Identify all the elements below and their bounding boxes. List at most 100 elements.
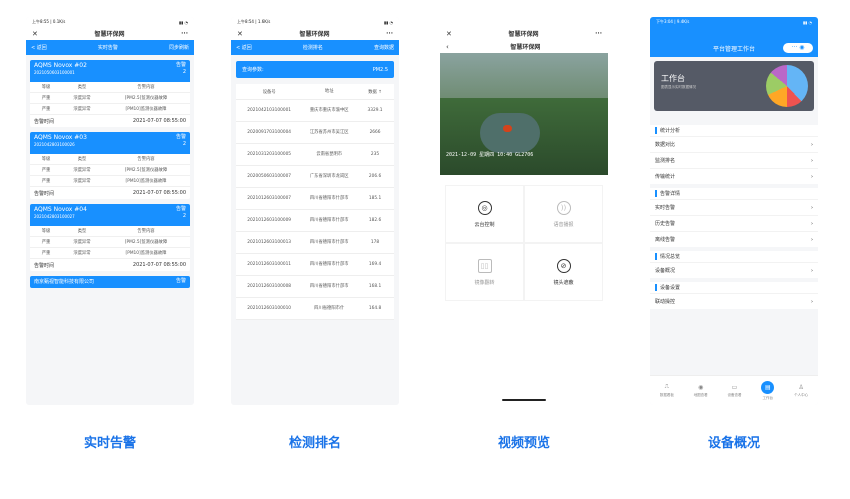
close-icon[interactable]: ✕ [446,30,452,38]
chevron-right-icon: › [811,157,813,164]
menu-item[interactable]: 实时告警 › [650,199,818,215]
mirror-icon: ▯▯ [477,258,492,273]
col-level: 等级 [41,229,51,234]
more-icon[interactable]: ··· [386,30,393,37]
signal-icon: ▮▮ ◔ [178,19,188,25]
back-button[interactable]: < 返回 [236,44,252,51]
app-title: 智慧环保网 [508,31,539,38]
query-button[interactable]: 查询数据 [374,44,394,51]
video-overlay-text: 2021-12-09 星期四 10:40 GL2706 [446,152,534,158]
chevron-right-icon: › [811,220,813,227]
menu-item[interactable]: 离线告警 › [650,231,818,247]
address: 四川省德阳市什邡市 [309,195,349,201]
level: 严重 [41,107,51,112]
data-value: 206.6 [368,174,382,179]
alarm-card[interactable]: 南京甄视智能科技有限公司 告警 [30,276,190,288]
content: [PM10]监测仪器故障 [125,107,167,112]
chevron-right-icon: › [811,173,813,180]
more-icon[interactable]: ··· [181,30,188,37]
query-param-bar[interactable]: 查询参数: PM2.5 [236,61,394,78]
nav-item[interactable]: ◉ 地图查看 [694,384,708,398]
app-title: 智慧环保网 [94,31,125,38]
caption-ranking: 检测排名 [288,436,341,451]
device-id: 2020091703100004 [247,130,292,135]
home-indicator [502,399,546,401]
header-data-sort[interactable]: 数据 ↑ [356,89,394,95]
phone-realtime-alarm: 上午8:55 | 0.1K/s ▮▮ ◔ ✕ 智慧环保网 ··· < 返回 实时告警 同步… [26,17,194,405]
phone-device-overview: 下午3:04 | 9.4K/s ▮▮ ◔ 平台管理工作台 ··· ◉ 工作台 图表… [650,17,818,405]
mirror-flip-button[interactable]: ▯▯ 镜像翻转 [445,243,524,301]
nav-label: 个人中心 [794,392,809,397]
alarm-label: 告警 [175,62,186,68]
nav-item[interactable]: ▤ 工作台 [761,380,775,401]
alarm-card[interactable]: AQMS Novox #02 2021050603100001 告警 2 等级 类型 告警… [30,60,190,127]
table-row[interactable]: 2021012603100007 四川省德阳市什邡市 185.1 [236,188,394,210]
card-col-header: 等级 类型 告警内容 [30,82,190,93]
menu-label: 联动操控 [655,299,676,305]
eye-off-icon: ⊘ [556,258,571,273]
alarm-label: 告警 [175,206,186,212]
back-icon[interactable]: ‹ [446,43,449,51]
table-row[interactable]: 2020050603100007 广东省深圳市龙岗区 206.6 [236,166,394,188]
data-value: 235 [370,152,380,157]
alarm-card[interactable]: AQMS Novox #03 2021042803100026 告警 2 等级 类型 告警… [30,132,190,199]
lens-cover-button[interactable]: ⊘ 镜头遮蔽 [524,243,603,301]
menu-item[interactable]: 传输统计 › [650,168,818,184]
bottom-nav: ⎍ 数据看板 ◉ 地图查看 ▭ 设备查看 ▤ 工作台 ♙ 个人中心 [650,375,818,405]
device-code: 2021042803100027 [34,214,75,219]
section-title: 统计分析 [660,128,681,134]
menu-item[interactable]: 监测排名 › [650,152,818,168]
data-value: 182.6 [368,218,382,223]
table-row[interactable]: 2021012603100013 四川省德阳市什邡市 178 [236,232,394,254]
table-row: 严重 浓度异常 [PM10]监测仪器故障 [30,104,190,115]
col-type: 类型 [77,157,87,162]
nav-item[interactable]: ♙ 个人中心 [794,384,808,398]
table-row[interactable]: 2021042103100001 重庆市重庆市渝中区 3329.1 [236,100,394,122]
table-row[interactable]: 2020091703100004 江苏省苏州市吴江区 2666 [236,122,394,144]
level: 严重 [41,96,51,101]
table-row: 严重 浓度异常 [PM2.5]监测仪器故障 [30,237,190,248]
refresh-button[interactable]: 同步刷新 [169,44,189,51]
alarm-time: 2021-07-07 08:55:00 [132,262,186,268]
content: [PM10]监测仪器故障 [125,179,167,184]
voice-broadcast-button[interactable]: )) 语音播报 [524,185,603,243]
more-icon[interactable]: ··· [595,30,602,37]
table-row[interactable]: 2021012603100011 四川省德阳市什邡市 169.4 [236,254,394,276]
capsule-menu[interactable]: ··· ◉ [783,43,813,53]
table-row[interactable]: 2021012603100009 四川省德阳市什邡市 182.6 [236,210,394,232]
device-name: AQMS Novox #04 [34,206,87,213]
back-button[interactable]: < 返回 [31,44,47,51]
device-id: 2021012603100010 [247,306,292,311]
ptz-label: 云台控制 [474,221,495,228]
close-icon[interactable]: ✕ [237,30,243,38]
menu-item[interactable]: 历史告警 › [650,215,818,231]
speaker-icon: )) [556,200,571,215]
nav-item[interactable]: ⎍ 数据看板 [660,383,674,398]
menu-item[interactable]: 设备概况 › [650,262,818,278]
nav-item[interactable]: ▭ 设备查看 [727,384,741,398]
status-bar: 上午8:54 | 1.6K/s ▮▮ ◔ [231,17,399,27]
table-row[interactable]: 2021031203100005 云南省昆明市 235 [236,144,394,166]
device-id: 2021012603100013 [247,240,292,245]
card-header: AQMS Novox #02 2021050603100001 告警 2 [30,60,190,82]
table-row[interactable]: 2021012603100008 四川省德阳市什邡市 168.1 [236,276,394,298]
caption-device-overview: 设备概况 [707,436,760,451]
query-label: 查询参数: [242,67,264,73]
signal-icon: ▮▮ ◔ [383,19,393,25]
workbench-subtitle: 图表显示实时数据情况 [661,85,696,89]
card-header: AQMS Novox #03 2021042803100026 告警 2 [30,132,190,154]
menu-item[interactable]: 数据对比 › [650,136,818,152]
close-icon[interactable]: ✕ [32,30,38,38]
device-id: 2021012603100011 [247,262,292,267]
address: 四川省德阳市什邡市 [309,239,349,245]
status-text: 下午3:04 | 9.4K/s [656,19,690,24]
address: 四川省德阳市什 [314,305,345,311]
title-bar: ✕ 智慧环保网 ··· [231,27,399,40]
alarm-card[interactable]: AQMS Novox #04 2021042803100027 告警 2 等级 类型 告警… [30,204,190,271]
table-row[interactable]: 2021012603100010 四川省德阳市什 164.8 [236,298,394,320]
ptz-control-button[interactable]: ◎ 云台控制 [445,185,524,243]
section-title: 告警详情 [660,191,681,197]
menu-item[interactable]: 联动操控 › [650,293,818,309]
video-player[interactable]: 2021-12-09 星期四 10:40 GL2706 [440,53,608,175]
chevron-right-icon: › [811,204,813,211]
